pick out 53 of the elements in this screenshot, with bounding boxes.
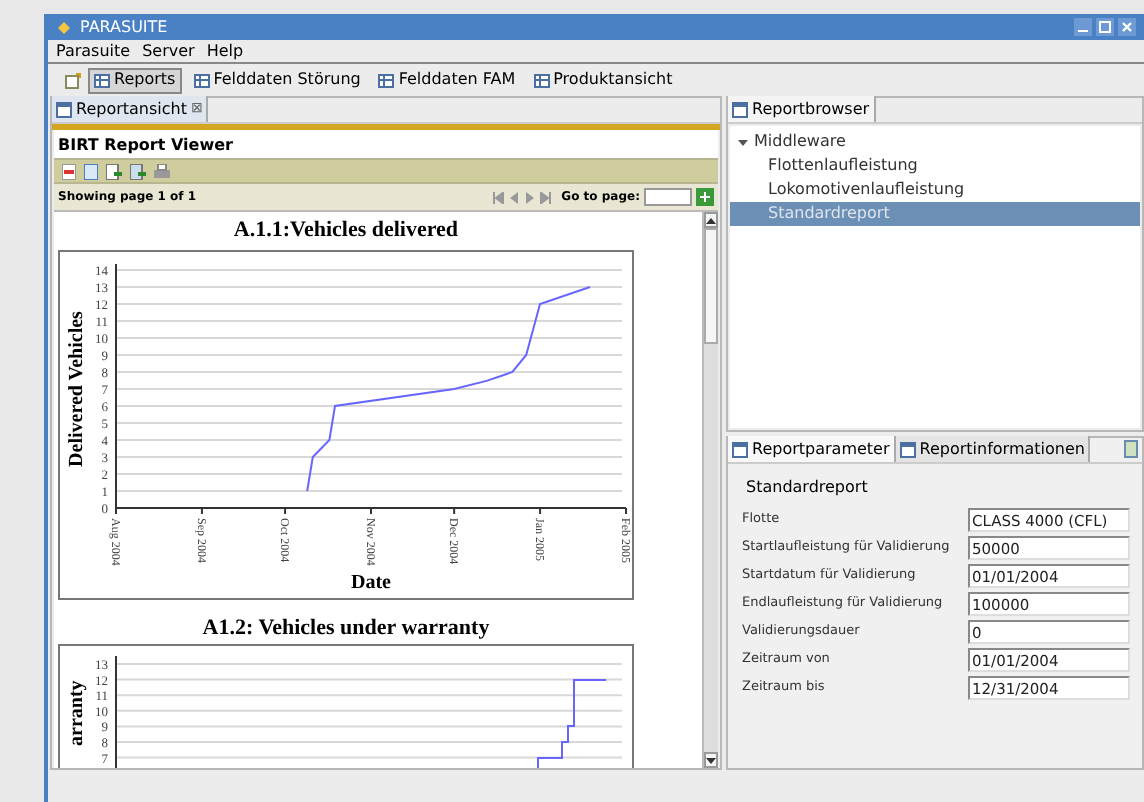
export-data-icon[interactable] — [130, 163, 146, 179]
view-tab[interactable]: Reportbrowser — [728, 96, 876, 122]
view-icon — [732, 101, 748, 117]
view-icon — [899, 441, 916, 457]
go-button[interactable] — [696, 188, 714, 206]
view-icon — [56, 101, 72, 117]
previous-page-icon[interactable] — [507, 191, 520, 203]
open-perspective-icon[interactable] — [64, 71, 82, 89]
scrollbar-thumb[interactable] — [704, 228, 718, 344]
menu-item[interactable]: Parasuite — [56, 43, 131, 59]
expanded-arrow-icon[interactable] — [738, 137, 748, 147]
y-axis — [115, 655, 117, 768]
close-button[interactable] — [1118, 18, 1136, 36]
table-icon — [193, 73, 210, 87]
export-icon[interactable] — [106, 163, 122, 179]
window-title: PARASUITE — [80, 19, 168, 35]
tree-item[interactable]: Middleware — [730, 130, 1140, 154]
chart-line — [537, 679, 607, 768]
view-icon — [732, 441, 748, 457]
viewer-title: BIRT Report Viewer — [56, 134, 235, 158]
tree-item[interactable]: Lokomotivenlaufleistung — [730, 178, 1140, 202]
last-page-icon[interactable] — [539, 191, 552, 203]
chart-title: A1.2: Vehicles under warranty — [200, 618, 492, 644]
scroll-down-icon[interactable] — [706, 757, 716, 763]
app-icon — [56, 19, 72, 35]
first-page-icon[interactable] — [491, 191, 504, 203]
axis-title: Date — [351, 572, 391, 594]
perspective-button[interactable]: Produktansicht — [527, 67, 679, 93]
print-icon[interactable] — [154, 163, 170, 179]
perspective-button[interactable]: Reports — [88, 67, 182, 93]
page-number-field[interactable] — [644, 188, 692, 206]
pdf-icon[interactable] — [62, 163, 76, 179]
refresh-icon[interactable] — [1124, 440, 1138, 458]
axis-title: Delivered Vehicles — [66, 311, 88, 467]
menu-item[interactable]: Help — [206, 43, 244, 59]
axis-title: arranty — [66, 680, 88, 746]
chart-title: A.1.1:Vehicles delivered — [231, 220, 461, 246]
perspective-button[interactable]: Felddaten Störung — [187, 67, 367, 93]
vertical-scrollbar[interactable] — [702, 212, 718, 768]
document-icon[interactable] — [84, 163, 98, 179]
menu-item[interactable]: Server — [142, 43, 195, 59]
table-icon — [533, 73, 550, 87]
maximize-button[interactable] — [1096, 18, 1114, 36]
tree-item[interactable]: Flottenlaufleistung — [730, 154, 1140, 178]
minimize-button[interactable] — [1074, 18, 1092, 36]
table-icon — [94, 73, 110, 87]
view-tab[interactable]: Reportparameter — [728, 436, 896, 462]
next-page-icon[interactable] — [523, 191, 536, 203]
perspective-button[interactable]: Felddaten FAM — [372, 67, 522, 93]
table-icon — [378, 73, 395, 87]
report-name: Standardreport — [744, 476, 870, 500]
view-tab[interactable]: Reportinformationen — [895, 436, 1091, 462]
scroll-up-icon[interactable] — [706, 217, 716, 223]
